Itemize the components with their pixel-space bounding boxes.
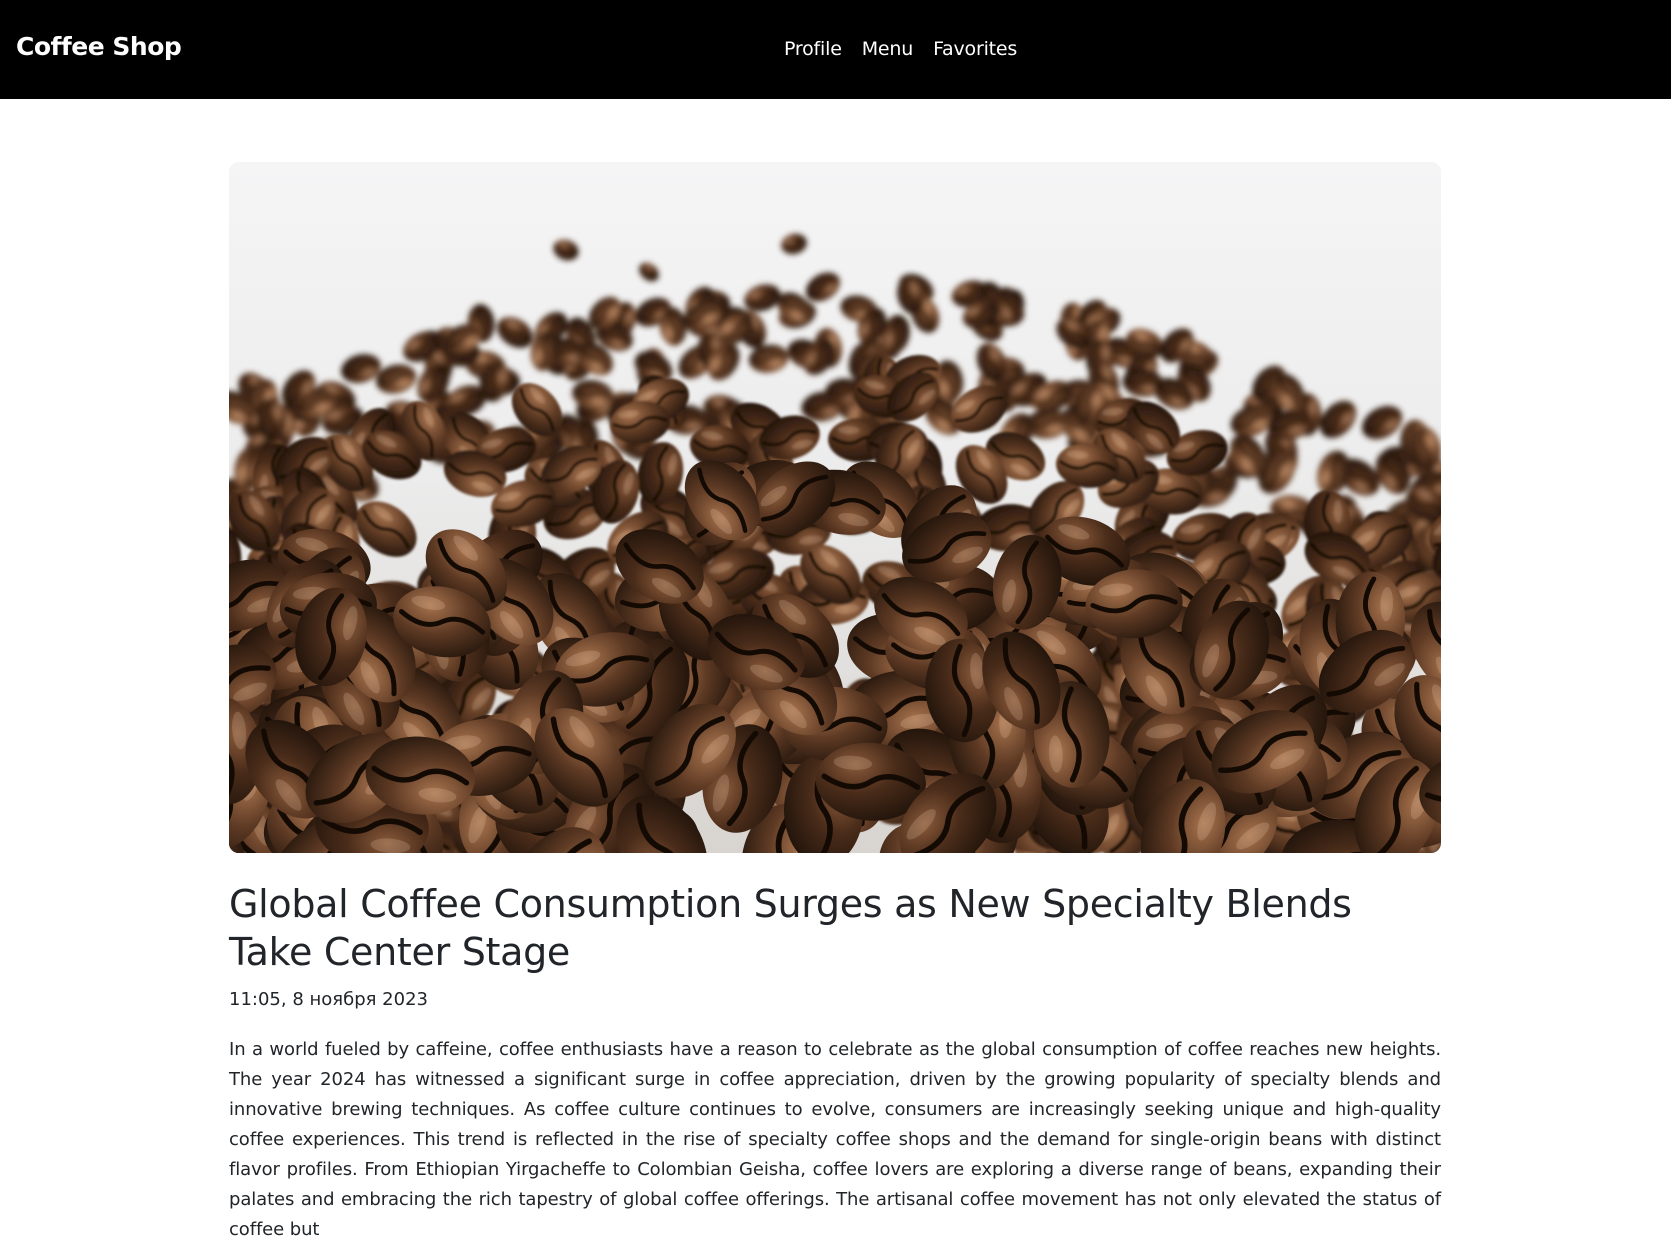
nav-link-profile[interactable]: Profile xyxy=(784,38,842,60)
article-body: In a world fueled by caffeine, coffee en… xyxy=(229,1039,1441,1240)
nav-link-favorites[interactable]: Favorites xyxy=(933,38,1017,60)
navbar: Coffee Shop Profile Menu Favorites xyxy=(0,0,1671,99)
brand-logo-link[interactable]: Coffee Shop xyxy=(16,32,182,61)
article-hero-image xyxy=(229,162,1441,853)
article: Global Coffee Consumption Surges as New … xyxy=(229,162,1441,1245)
coffee-beans-image xyxy=(229,162,1441,853)
nav-links: Profile Menu Favorites xyxy=(784,38,1017,60)
nav-link-menu[interactable]: Menu xyxy=(862,38,914,60)
article-date: 11:05, 8 ноября 2023 xyxy=(229,989,428,1010)
article-title: Global Coffee Consumption Surges as New … xyxy=(229,882,1352,974)
